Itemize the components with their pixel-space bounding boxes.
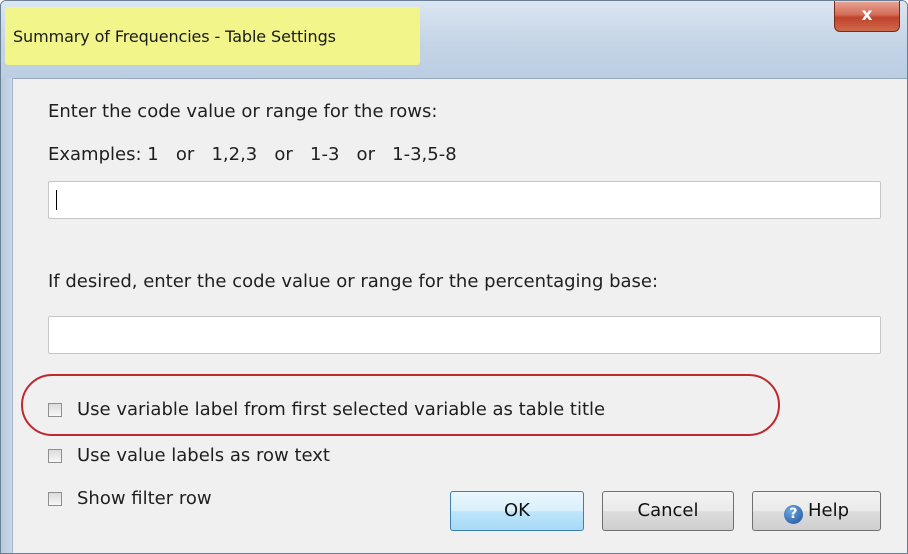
help-button[interactable]: ? Help (752, 491, 881, 531)
dialog-window: Summary of Frequencies - Table Settings … (0, 0, 908, 554)
close-icon: x (861, 5, 873, 25)
window-left-edge (1, 78, 13, 553)
show-filter-row-checkbox[interactable] (48, 492, 62, 506)
ok-button[interactable]: OK (450, 491, 584, 531)
show-filter-row-text: Show filter row (77, 488, 212, 509)
window-title: Summary of Frequencies - Table Settings (13, 27, 336, 46)
use-variable-label-checkbox[interactable] (48, 403, 62, 417)
base-range-input[interactable] (48, 316, 881, 354)
use-variable-label-text: Use variable label from first selected v… (77, 399, 606, 420)
text-caret (56, 190, 57, 210)
close-button[interactable]: x (834, 1, 900, 32)
help-button-label: Help (807, 500, 850, 521)
rows-range-input[interactable] (48, 181, 881, 219)
cancel-button[interactable]: Cancel (602, 491, 734, 531)
rows-prompt-label: Enter the code value or range for the ro… (48, 101, 438, 122)
title-bar[interactable]: Summary of Frequencies - Table Settings … (1, 1, 907, 79)
rows-examples-label: Examples: 1 or 1,2,3 or 1-3 or 1-3,5-8 (48, 144, 457, 165)
use-value-labels-text: Use value labels as row text (77, 445, 330, 466)
use-value-labels-checkbox[interactable] (48, 449, 62, 463)
question-mark-icon: ? (783, 505, 803, 524)
base-prompt-label: If desired, enter the code value or rang… (48, 271, 659, 292)
